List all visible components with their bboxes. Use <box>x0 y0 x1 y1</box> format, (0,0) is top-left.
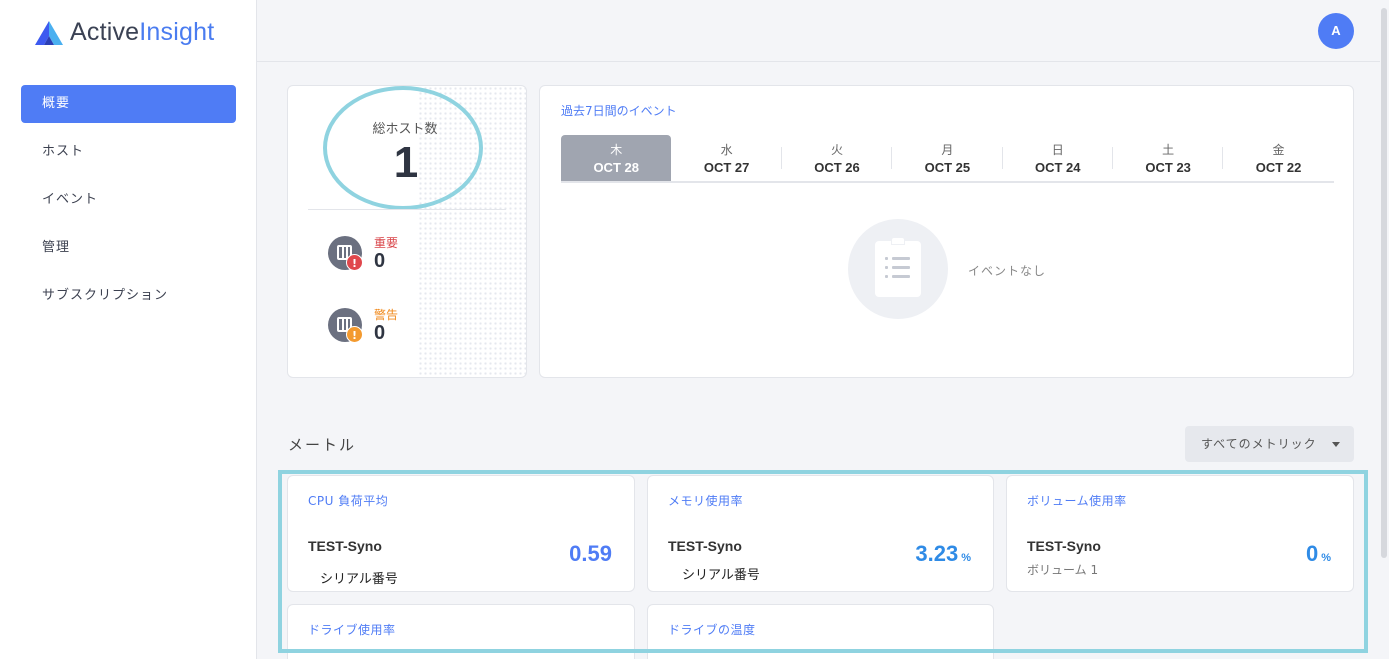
tab-day-oct24[interactable]: 日 OCT 24 <box>1003 135 1113 181</box>
clipboard-icon <box>875 237 921 297</box>
day-of-week: 火 <box>830 143 843 157</box>
total-hosts-label: 総ホスト数 <box>372 122 438 137</box>
day-date: OCT 27 <box>703 160 750 175</box>
day-date: OCT 23 <box>1145 160 1191 175</box>
sidebar-item-management[interactable]: 管理 <box>21 229 236 267</box>
warning-value: 0 <box>374 322 386 344</box>
metrics-section-title: メートル <box>288 436 357 454</box>
day-of-week: 木 <box>610 143 623 157</box>
tab-day-oct25[interactable]: 月 OCT 25 <box>892 135 1003 181</box>
metrics-filter-dropdown[interactable]: すべてのメトリック <box>1185 426 1354 462</box>
activeinsight-logo-icon <box>35 20 63 45</box>
day-of-week: 金 <box>1272 143 1285 157</box>
day-of-week: 月 <box>941 143 954 157</box>
day-date: OCT 26 <box>814 160 860 175</box>
top-bar: A <box>257 0 1389 62</box>
tab-day-oct26[interactable]: 火 OCT 26 <box>782 135 893 181</box>
sidebar-item-events[interactable]: イベント <box>21 181 236 219</box>
divider <box>308 209 506 210</box>
host-summary-card: 総ホスト数 1 ! 重要 0 ! 警告 0 <box>287 85 527 378</box>
events-title: 過去7日間のイベント <box>561 104 677 118</box>
sidebar-nav: 概要 ホスト イベント 管理 サブスクリプション <box>21 85 236 325</box>
no-events-text: イベントなし <box>968 264 1047 278</box>
sidebar: ActiveInsight 概要 ホスト イベント 管理 サブスクリプション <box>0 0 257 659</box>
tab-day-oct28[interactable]: 木 OCT 28 <box>561 135 672 181</box>
day-of-week: 水 <box>720 143 733 157</box>
metrics-filter-label: すべてのメトリック <box>1201 437 1317 451</box>
warning-badge-icon: ! <box>346 326 363 343</box>
events-card: 過去7日間のイベント 木 OCT 28 水 OCT 27 火 OCT 26 月 … <box>539 85 1354 378</box>
day-of-week: 土 <box>1162 143 1175 157</box>
tab-day-oct22[interactable]: 金 OCT 22 <box>1223 135 1333 181</box>
tab-day-oct23[interactable]: 土 OCT 23 <box>1113 135 1224 181</box>
day-date: OCT 25 <box>924 160 971 175</box>
scrollbar-thumb[interactable] <box>1381 8 1387 558</box>
brand-logo[interactable]: ActiveInsight <box>34 18 214 47</box>
day-date: OCT 28 <box>593 160 639 175</box>
sidebar-item-overview[interactable]: 概要 <box>21 85 236 123</box>
day-date: OCT 24 <box>1035 160 1081 175</box>
error-badge-icon: ! <box>346 254 363 271</box>
warning-label: 警告 <box>374 308 399 322</box>
sidebar-item-subscription[interactable]: サブスクリプション <box>21 277 236 315</box>
metrics-highlight-box <box>278 470 1368 653</box>
day-of-week: 日 <box>1051 143 1064 157</box>
user-avatar[interactable]: A <box>1318 13 1354 49</box>
day-date: OCT 22 <box>1255 160 1302 175</box>
critical-label: 重要 <box>374 236 399 250</box>
brand-name: ActiveInsight <box>70 18 215 46</box>
total-hosts-count[interactable]: 1 <box>288 138 524 188</box>
critical-value: 0 <box>374 250 386 272</box>
sidebar-item-hosts[interactable]: ホスト <box>21 133 236 171</box>
tab-day-oct27[interactable]: 水 OCT 27 <box>671 135 782 181</box>
empty-state-illustration <box>848 219 948 319</box>
day-tabs: 木 OCT 28 水 OCT 27 火 OCT 26 月 OCT 25 日 OC… <box>561 135 1334 183</box>
caret-down-icon <box>1332 442 1340 447</box>
